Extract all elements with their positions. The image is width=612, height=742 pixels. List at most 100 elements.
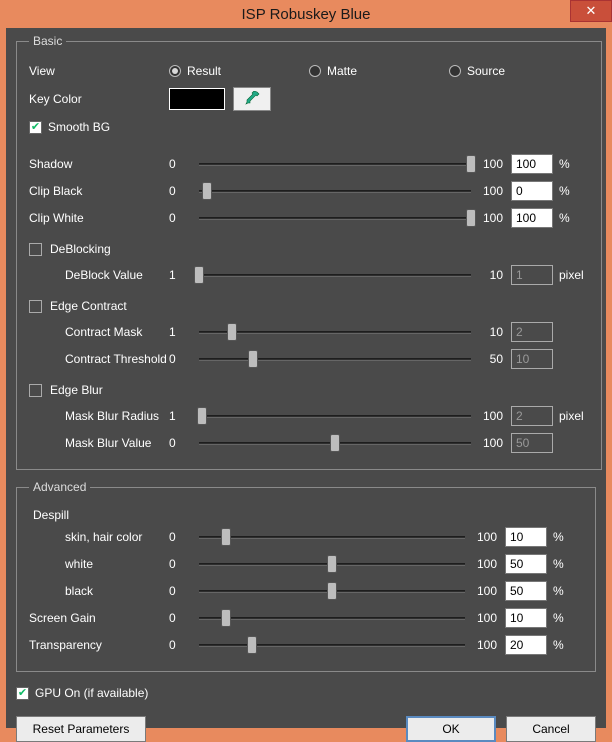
slider-max: 100	[471, 638, 505, 652]
slider-min: 0	[169, 638, 193, 652]
slider-value-input[interactable]	[505, 635, 547, 655]
gpu-label: GPU On (if available)	[35, 686, 148, 700]
slider-thumb[interactable]	[221, 609, 231, 627]
view-radio-group: Result Matte Source	[169, 64, 589, 78]
slider-value-input	[511, 406, 553, 426]
despill-label: Despill	[29, 508, 583, 522]
eyedropper-icon	[244, 91, 260, 107]
deblock-value-slider: DeBlock Value 1 10 pixel	[29, 262, 589, 288]
slider-track[interactable]	[193, 154, 477, 174]
slider-label: Mask Blur Radius	[29, 409, 169, 423]
slider-max: 100	[471, 530, 505, 544]
slider-track[interactable]	[193, 208, 477, 228]
slider-track[interactable]	[193, 349, 477, 369]
deblocking-toggle[interactable]: DeBlocking	[29, 237, 589, 261]
key-color-label: Key Color	[29, 92, 169, 106]
view-label: View	[29, 64, 169, 78]
clip-white-slider: Clip White 0 100 %	[29, 205, 589, 231]
slider-thumb[interactable]	[466, 155, 476, 173]
mask-blur-value-slider: Mask Blur Value 0 100	[29, 430, 589, 456]
checkbox-icon	[29, 384, 42, 397]
slider-thumb[interactable]	[330, 434, 340, 452]
slider-max: 100	[477, 409, 511, 423]
despill-black-slider: black 0 100 %	[29, 578, 583, 604]
slider-min: 0	[169, 184, 193, 198]
slider-min: 0	[169, 436, 193, 450]
slider-thumb[interactable]	[227, 323, 237, 341]
close-button[interactable]: ✕	[570, 0, 612, 22]
slider-track[interactable]	[193, 433, 477, 453]
slider-value-input[interactable]	[505, 608, 547, 628]
checkbox-icon: ✔	[29, 121, 42, 134]
slider-min: 0	[169, 352, 193, 366]
ok-button[interactable]: OK	[406, 716, 496, 742]
slider-max: 100	[471, 557, 505, 571]
slider-min: 1	[169, 409, 193, 423]
slider-unit: %	[547, 584, 583, 598]
smooth-bg-row[interactable]: ✔ Smooth BG	[29, 114, 589, 140]
edge-blur-toggle[interactable]: Edge Blur	[29, 378, 589, 402]
view-row: View Result Matte Source	[29, 58, 589, 84]
smooth-bg-label: Smooth BG	[48, 120, 110, 134]
basic-legend: Basic	[29, 34, 66, 48]
slider-unit: %	[553, 184, 589, 198]
slider-value-input	[511, 349, 553, 369]
shadow-slider: Shadow 0 100 %	[29, 151, 589, 177]
slider-min: 0	[169, 211, 193, 225]
slider-track[interactable]	[193, 635, 471, 655]
radio-icon	[449, 65, 461, 77]
slider-thumb[interactable]	[197, 407, 207, 425]
slider-thumb[interactable]	[327, 555, 337, 573]
slider-label: Screen Gain	[29, 611, 169, 625]
key-color-swatch[interactable]	[169, 88, 225, 110]
slider-track[interactable]	[193, 265, 477, 285]
slider-thumb[interactable]	[327, 582, 337, 600]
slider-value-input[interactable]	[511, 154, 553, 174]
slider-unit: %	[547, 530, 583, 544]
radio-icon	[309, 65, 321, 77]
slider-track[interactable]	[193, 554, 471, 574]
slider-track[interactable]	[193, 322, 477, 342]
slider-max: 100	[471, 584, 505, 598]
slider-label: Shadow	[29, 157, 169, 171]
slider-value-input[interactable]	[511, 208, 553, 228]
gpu-checkbox[interactable]: ✔ GPU On (if available)	[16, 686, 596, 700]
key-color-row: Key Color	[29, 86, 589, 112]
slider-track[interactable]	[193, 581, 471, 601]
view-matte-radio[interactable]: Matte	[309, 64, 449, 78]
despill-skin-slider: skin, hair color 0 100 %	[29, 524, 583, 550]
close-icon: ✕	[586, 3, 597, 19]
slider-label: Clip Black	[29, 184, 169, 198]
slider-max: 100	[471, 611, 505, 625]
eyedropper-button[interactable]	[233, 87, 271, 111]
slider-track[interactable]	[193, 527, 471, 547]
slider-value-input[interactable]	[511, 181, 553, 201]
slider-track[interactable]	[193, 406, 477, 426]
slider-min: 0	[169, 557, 193, 571]
slider-label: Mask Blur Value	[29, 436, 169, 450]
slider-max: 100	[477, 184, 511, 198]
slider-value-input[interactable]	[505, 554, 547, 574]
slider-thumb[interactable]	[248, 350, 258, 368]
slider-thumb[interactable]	[202, 182, 212, 200]
slider-value-input[interactable]	[505, 581, 547, 601]
reset-button[interactable]: Reset Parameters	[16, 716, 146, 742]
slider-thumb[interactable]	[466, 209, 476, 227]
slider-thumb[interactable]	[221, 528, 231, 546]
footer: Reset Parameters OK Cancel	[16, 710, 596, 742]
view-source-radio[interactable]: Source	[449, 64, 589, 78]
radio-label: Source	[467, 64, 505, 78]
slider-value-input[interactable]	[505, 527, 547, 547]
radio-label: Matte	[327, 64, 357, 78]
basic-group: Basic View Result Matte Source Key Color	[16, 34, 602, 470]
slider-track[interactable]	[193, 181, 477, 201]
slider-min: 0	[169, 611, 193, 625]
slider-thumb[interactable]	[247, 636, 257, 654]
cancel-button[interactable]: Cancel	[506, 716, 596, 742]
slider-unit: %	[553, 211, 589, 225]
view-result-radio[interactable]: Result	[169, 64, 309, 78]
edge-contract-toggle[interactable]: Edge Contract	[29, 294, 589, 318]
slider-thumb[interactable]	[194, 266, 204, 284]
clip-black-slider: Clip Black 0 100 %	[29, 178, 589, 204]
slider-track[interactable]	[193, 608, 471, 628]
